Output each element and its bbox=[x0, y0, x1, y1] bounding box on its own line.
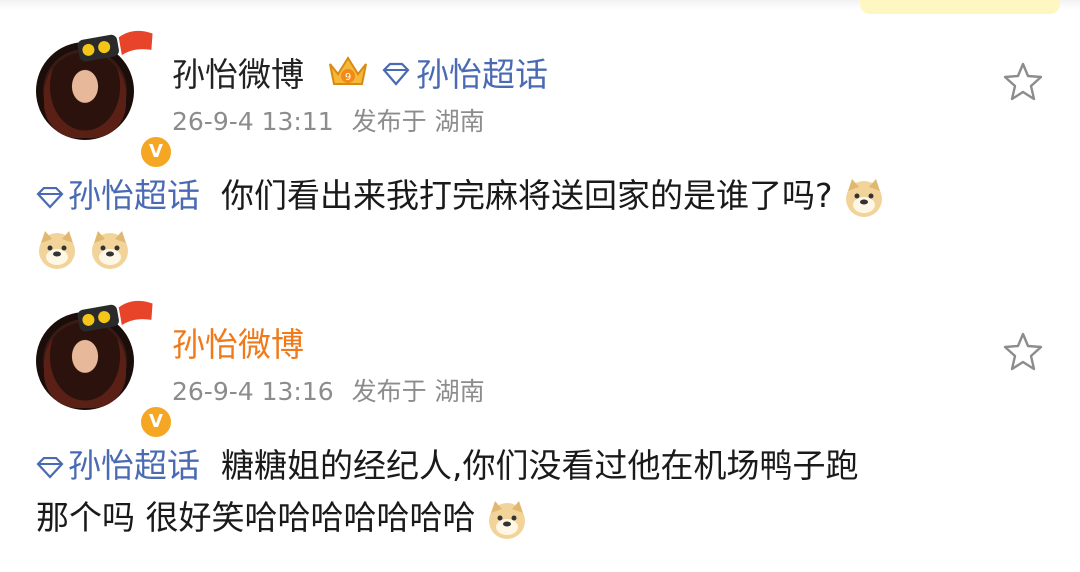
post-time: 26-9-4 13:16 bbox=[172, 377, 334, 406]
post-meta: 26-9-4 13:11 发布于 湖南 bbox=[172, 102, 485, 138]
star-outline-icon[interactable] bbox=[1002, 60, 1044, 102]
doge-emoji-icon bbox=[39, 230, 75, 269]
post-meta: 26-9-4 13:16 发布于 湖南 bbox=[172, 372, 485, 408]
doge-emoji-icon bbox=[91, 230, 128, 269]
supertopic-tag[interactable]: 孙怡超话 bbox=[68, 176, 200, 215]
verified-v-icon: V bbox=[138, 404, 174, 440]
post-content: 孙怡超话 糖糖姐的经纪人,你们没看过他在机场鸭子跑 那个吗 很好笑哈哈哈哈哈哈哈 bbox=[36, 440, 1046, 544]
verified-v-icon: V bbox=[138, 134, 174, 170]
avatar[interactable]: V bbox=[36, 300, 174, 440]
author-name[interactable]: 孙怡微博 bbox=[172, 48, 304, 96]
post-location: 发布于 湖南 bbox=[351, 377, 485, 406]
post-text-line-2: 那个吗 很好笑哈哈哈哈哈哈哈 bbox=[36, 498, 476, 537]
vip-crown-icon: 9 bbox=[329, 56, 367, 85]
post-text-line-1: 糖糖姐的经纪人,你们没看过他在机场鸭子跑 bbox=[220, 446, 859, 485]
star-outline-icon[interactable] bbox=[1002, 330, 1044, 372]
doge-emoji-icon bbox=[846, 178, 882, 217]
diamond-icon bbox=[36, 456, 64, 479]
post-text: 你们看出来我打完麻将送回家的是谁了吗? bbox=[220, 176, 833, 215]
top-decoration bbox=[860, 0, 1060, 14]
svg-text:9: 9 bbox=[345, 72, 351, 83]
post-time: 26-9-4 13:11 bbox=[172, 107, 334, 136]
doge-emoji-icon bbox=[489, 500, 525, 539]
diamond-icon bbox=[36, 186, 64, 209]
supertopic-link[interactable]: 孙怡超话 bbox=[416, 48, 548, 96]
tiger-new-year-badge-icon bbox=[77, 300, 153, 332]
avatar[interactable]: V bbox=[36, 30, 174, 170]
tiger-new-year-badge-icon bbox=[77, 30, 153, 62]
post-location: 发布于 湖南 bbox=[351, 107, 485, 136]
diamond-icon bbox=[382, 62, 410, 86]
supertopic-tag[interactable]: 孙怡超话 bbox=[68, 446, 200, 485]
post-content: 孙怡超话 你们看出来我打完麻将送回家的是谁了吗? bbox=[36, 170, 1046, 274]
author-name[interactable]: 孙怡微博 bbox=[172, 318, 304, 366]
